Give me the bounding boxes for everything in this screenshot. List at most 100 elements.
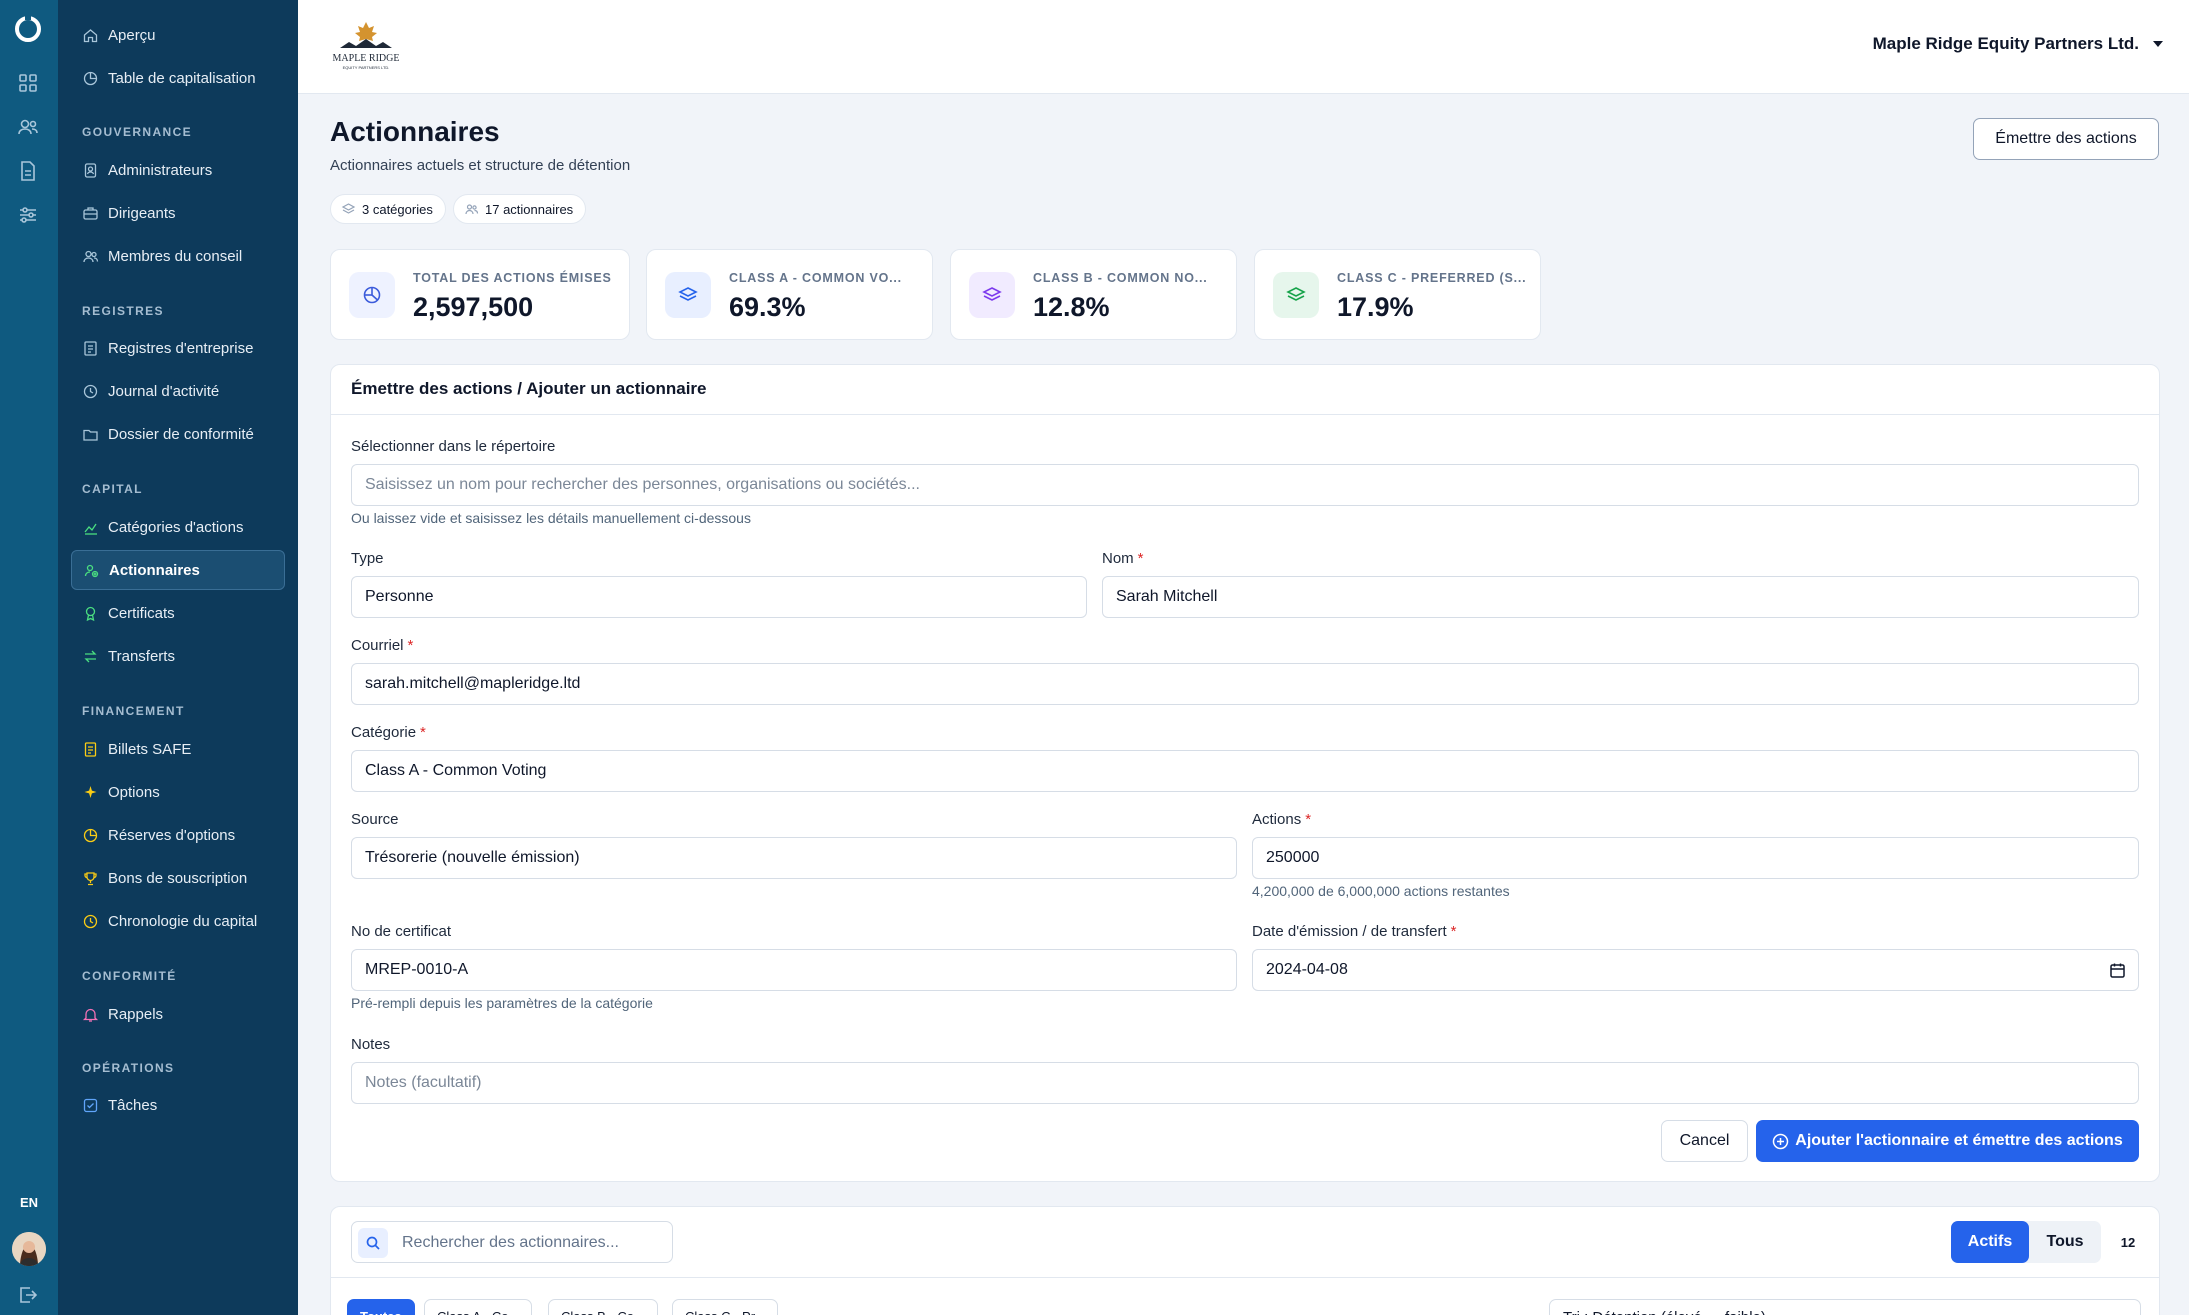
category-select[interactable]: Class A - Common Voting (351, 750, 2139, 792)
sidebar-item-journal-activite[interactable]: Journal d'activité (71, 371, 285, 411)
source-label: Source (351, 811, 399, 828)
sidebar-item-cap-table[interactable]: Table de capitalisation (71, 58, 285, 98)
issue-date-value: 2024-04-08 (1266, 961, 1348, 978)
sidebar-item-dirigeants[interactable]: Dirigeants (71, 193, 285, 233)
email-field[interactable]: sarah.mitchell@mapleridge.ltd (351, 663, 2139, 705)
section-heading-capital: CAPITAL (82, 482, 143, 496)
filter-chip-class-c[interactable]: Class C - Pr... (672, 1299, 779, 1315)
stat-value: 12.8% (1033, 292, 1110, 322)
clock-icon (83, 914, 98, 928)
sidebar-item-apercu[interactable]: Aperçu (71, 15, 285, 55)
directory-hint: Ou laissez vide et saisissez les détails… (351, 510, 751, 526)
sidebar-item-reserves-options[interactable]: Réserves d'options (71, 815, 285, 855)
type-select[interactable]: Personne (351, 576, 1087, 618)
logo-icon[interactable] (13, 14, 43, 44)
clock-icon (83, 384, 98, 398)
sidebar-item-label: Journal d'activité (108, 382, 220, 400)
company-logo[interactable]: MAPLE RIDGE EQUITY PARTNERS LTD. (320, 16, 412, 76)
add-shareholder-button[interactable]: Ajouter l'actionnaire et émettre des act… (1756, 1120, 2139, 1162)
email-label: Courriel * (351, 637, 414, 654)
certificate-field[interactable]: MREP-0010-A (351, 949, 1237, 991)
sidebar-item-dossier-conformite[interactable]: Dossier de conformité (71, 414, 285, 454)
badge-icon (84, 162, 97, 178)
emit-shares-button[interactable]: Émettre des actions (1973, 118, 2159, 160)
sidebar-item-label: Chronologie du capital (108, 912, 258, 930)
sidebar-item-label: Bons de souscription (108, 869, 248, 887)
sidebar-item-label: Rappels (108, 1005, 164, 1023)
language-switch[interactable]: EN (0, 1195, 58, 1210)
pill-label: 17 actionnaires (485, 201, 574, 217)
checkbox-icon (83, 1098, 98, 1112)
cancel-button[interactable]: Cancel (1661, 1120, 1748, 1162)
stat-card-class-c: CLASS C - PREFERRED (S... 17.9% (1254, 249, 1541, 340)
pill-label: 3 catégories (362, 201, 433, 217)
toggle-active[interactable]: Actifs (1951, 1221, 2029, 1263)
section-heading-financement: FINANCEMENT (82, 704, 185, 718)
pie-chart-icon (349, 272, 395, 318)
home-icon (83, 28, 98, 42)
top-bar: MAPLE RIDGE EQUITY PARTNERS LTD. Maple R… (298, 0, 2189, 94)
sidebar-item-actionnaires[interactable]: Actionnaires (71, 550, 285, 590)
sidebar-item-certificats[interactable]: Certificats (71, 593, 285, 633)
sidebar-item-label: Dirigeants (108, 204, 176, 222)
sidebar-item-transferts[interactable]: Transferts (71, 636, 285, 676)
sidebar-item-taches[interactable]: Tâches (71, 1085, 285, 1125)
sidebar-item-registres-entreprise[interactable]: Registres d'entreprise (71, 328, 285, 368)
briefcase-icon (83, 206, 98, 220)
sidebar-item-categories-actions[interactable]: Catégories d'actions (71, 507, 285, 547)
logout-icon[interactable] (16, 1283, 40, 1307)
sidebar-item-label: Table de capitalisation (108, 69, 256, 87)
sidebar-item-billets-safe[interactable]: Billets SAFE (71, 729, 285, 769)
stat-card-class-b: CLASS B - COMMON NO... 12.8% (950, 249, 1237, 340)
filter-chip-all[interactable]: Toutes (347, 1299, 415, 1315)
filter-chip-class-b[interactable]: Class B - Co... (548, 1299, 658, 1315)
shares-field[interactable]: 250000 (1252, 837, 2139, 879)
transfer-icon (84, 650, 97, 662)
name-field[interactable]: Sarah Mitchell (1102, 576, 2139, 618)
grid-icon[interactable] (16, 71, 40, 95)
sidebar-item-options[interactable]: Options (71, 772, 285, 812)
sidebar-item-label: Transferts (108, 647, 175, 665)
shareholders-icon (84, 564, 99, 577)
users-icon[interactable] (16, 115, 40, 139)
sidebar-item-chronologie-capital[interactable]: Chronologie du capital (71, 901, 285, 941)
sparkle-icon (84, 785, 97, 798)
group-icon (83, 250, 99, 262)
notes-field[interactable]: Notes (facultatif) (351, 1062, 2139, 1104)
shareholder-search-input[interactable]: Rechercher des actionnaires... (351, 1221, 673, 1263)
page-subtitle: Actionnaires actuels et structure de dét… (330, 157, 631, 174)
shares-remaining-hint: 4,200,000 de 6,000,000 actions restantes (1252, 883, 1510, 899)
org-switcher[interactable]: Maple Ridge Equity Partners Ltd. (1873, 34, 2163, 54)
sidebar-item-label: Aperçu (108, 26, 156, 44)
directory-label: Sélectionner dans le répertoire (351, 438, 556, 455)
directory-search-input[interactable]: Saisissez un nom pour rechercher des per… (351, 464, 2139, 506)
sidebar-item-membres-conseil[interactable]: Membres du conseil (71, 236, 285, 276)
sidebar-item-label: Registres d'entreprise (108, 339, 254, 357)
toggle-all[interactable]: Tous (2029, 1221, 2101, 1263)
document-icon[interactable] (16, 159, 40, 183)
sidebar-item-rappels[interactable]: Rappels (71, 994, 285, 1034)
award-icon (85, 606, 96, 621)
issue-shares-form: Émettre des actions / Ajouter un actionn… (330, 364, 2160, 1182)
sidebar-item-label: Catégories d'actions (108, 518, 244, 536)
org-name: Maple Ridge Equity Partners Ltd. (1872, 34, 2139, 53)
sidebar-item-label: Tâches (108, 1096, 158, 1114)
plus-circle-icon (1773, 1133, 1789, 1149)
calendar-icon[interactable] (2109, 962, 2126, 979)
sidebar-item-bons-souscription[interactable]: Bons de souscription (71, 858, 285, 898)
stat-label: CLASS B - COMMON NO... (1033, 271, 1208, 285)
shares-label: Actions * (1252, 811, 1312, 828)
filter-chip-class-a[interactable]: Class A - Co... (424, 1299, 533, 1315)
pie-icon (83, 828, 98, 842)
sidebar-item-administrateurs[interactable]: Administrateurs (71, 150, 285, 190)
source-select[interactable]: Trésorerie (nouvelle émission) (351, 837, 1237, 879)
shareholders-list: Rechercher des actionnaires... Actifs To… (330, 1206, 2160, 1315)
issue-date-field[interactable]: 2024-04-08 (1252, 949, 2139, 991)
stat-card-total: TOTAL DES ACTIONS ÉMISES 2,597,500 (330, 249, 630, 340)
folder-icon (83, 429, 98, 441)
chart-icon (84, 523, 97, 535)
avatar[interactable] (12, 1232, 46, 1266)
sliders-icon[interactable] (16, 203, 40, 227)
users-icon (465, 203, 479, 214)
sort-select[interactable]: Tri : Détention (élevé → faible) (1549, 1299, 2141, 1315)
